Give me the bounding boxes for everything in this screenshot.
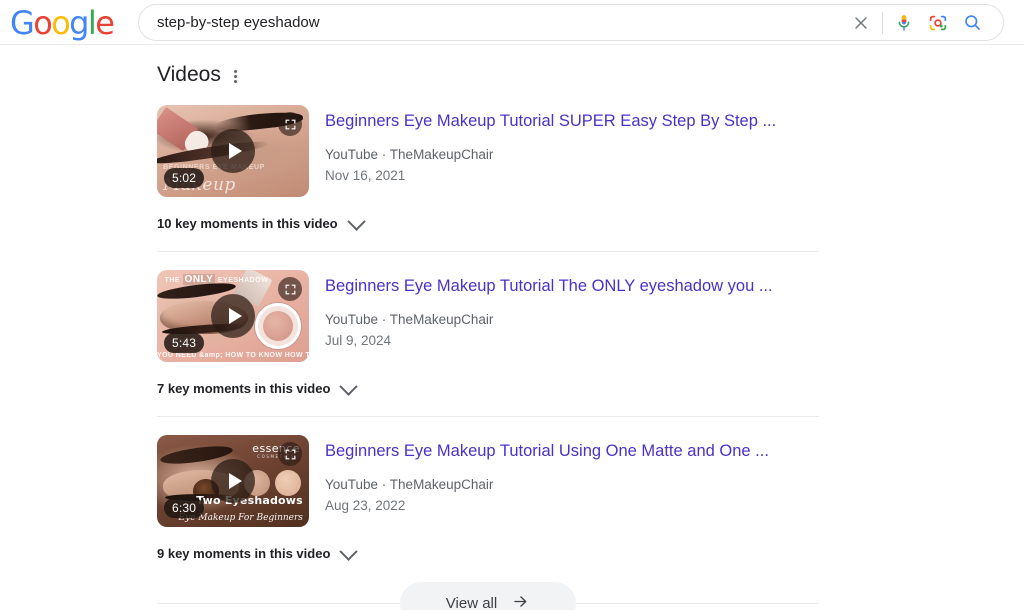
video-result: BEGINNERS EYE MAKEUP Makeup 5:02 Beginne… xyxy=(157,105,819,252)
chevron-down-icon[interactable] xyxy=(346,211,366,231)
play-icon[interactable] xyxy=(211,459,255,503)
view-all-footer: View all xyxy=(157,575,819,610)
video-source: YouTube · TheMakeupChair xyxy=(325,312,494,327)
thumbnail-bottom-text: YOU NEED &amp; HOW TO KNOW HOW TO APPLY! xyxy=(157,352,309,360)
chevron-down-icon[interactable] xyxy=(339,376,359,396)
video-text-column: Beginners Eye Makeup Tutorial SUPER Easy… xyxy=(325,105,776,186)
three-dot-menu-icon[interactable] xyxy=(231,66,240,87)
videos-block: Videos BEGINNERS EYE MAKEUP Makeup xyxy=(157,63,819,563)
view-all-label: View all xyxy=(445,594,498,610)
key-moments-label: 9 key moments in this video xyxy=(157,546,331,561)
view-all-button[interactable]: View all xyxy=(399,582,577,610)
google-lens-icon[interactable] xyxy=(921,6,955,40)
search-results-content: Videos BEGINNERS EYE MAKEUP Makeup xyxy=(0,45,1024,610)
video-thumbnail[interactable]: BEGINNERS EYE MAKEUP Makeup 5:02 xyxy=(157,105,309,197)
video-date: Jul 9, 2024 xyxy=(325,333,392,348)
result-divider xyxy=(157,251,819,252)
thumbnail-title-text: Two Eyeshadows xyxy=(196,493,303,507)
video-title-link[interactable]: Beginners Eye Makeup Tutorial SUPER Easy… xyxy=(325,110,776,132)
video-result: THE ONLY EYESHADOW YOU NEED &amp; HOW TO… xyxy=(157,270,819,417)
expand-icon[interactable] xyxy=(278,277,302,301)
video-thumbnail[interactable]: THE ONLY EYESHADOW YOU NEED &amp; HOW TO… xyxy=(157,270,309,362)
search-box[interactable] xyxy=(138,4,1004,41)
search-header: Google xyxy=(0,0,1024,45)
arrow-right-icon xyxy=(511,592,530,610)
videos-block-header: Videos xyxy=(157,63,819,87)
microphone-icon[interactable] xyxy=(887,6,921,40)
video-duration: 6:30 xyxy=(164,498,205,518)
video-title-link[interactable]: Beginners Eye Makeup Tutorial Using One … xyxy=(325,440,769,462)
video-date: Aug 23, 2022 xyxy=(325,498,406,513)
key-moments-label: 10 key moments in this video xyxy=(157,216,338,231)
play-icon[interactable] xyxy=(211,294,255,338)
video-thumbnail[interactable]: essence COSMETICS Two Eyeshadows Eye Mak… xyxy=(157,435,309,527)
expand-icon[interactable] xyxy=(278,112,302,136)
video-source: YouTube · TheMakeupChair xyxy=(325,147,494,162)
search-box-actions xyxy=(844,6,1003,40)
key-moments-toggle[interactable]: 7 key moments in this video xyxy=(157,376,819,398)
play-icon[interactable] xyxy=(211,129,255,173)
google-search-results-page: Google step-by-step eyeshadow Videos BEG… xyxy=(0,0,1024,610)
expand-icon[interactable] xyxy=(278,442,302,466)
page-title: Videos xyxy=(157,63,221,86)
video-title-link[interactable]: Beginners Eye Makeup Tutorial The ONLY e… xyxy=(325,275,773,297)
search-icon[interactable] xyxy=(955,6,989,40)
video-duration: 5:02 xyxy=(164,168,205,188)
clear-icon[interactable] xyxy=(844,6,878,40)
chevron-down-icon[interactable] xyxy=(339,541,359,561)
google-logo[interactable]: Google xyxy=(10,6,115,40)
video-duration: 5:43 xyxy=(164,333,205,353)
video-date: Nov 16, 2021 xyxy=(325,168,406,183)
video-text-column: Beginners Eye Makeup Tutorial The ONLY e… xyxy=(325,270,773,351)
search-input[interactable] xyxy=(139,6,844,39)
video-result: essence COSMETICS Two Eyeshadows Eye Mak… xyxy=(157,435,819,563)
search-actions-divider xyxy=(882,11,883,34)
video-source: YouTube · TheMakeupChair xyxy=(325,477,494,492)
key-moments-toggle[interactable]: 10 key moments in this video xyxy=(157,211,819,233)
key-moments-label: 7 key moments in this video xyxy=(157,381,331,396)
result-divider xyxy=(157,416,819,417)
video-text-column: Beginners Eye Makeup Tutorial Using One … xyxy=(325,435,769,516)
key-moments-toggle[interactable]: 9 key moments in this video xyxy=(157,541,819,563)
